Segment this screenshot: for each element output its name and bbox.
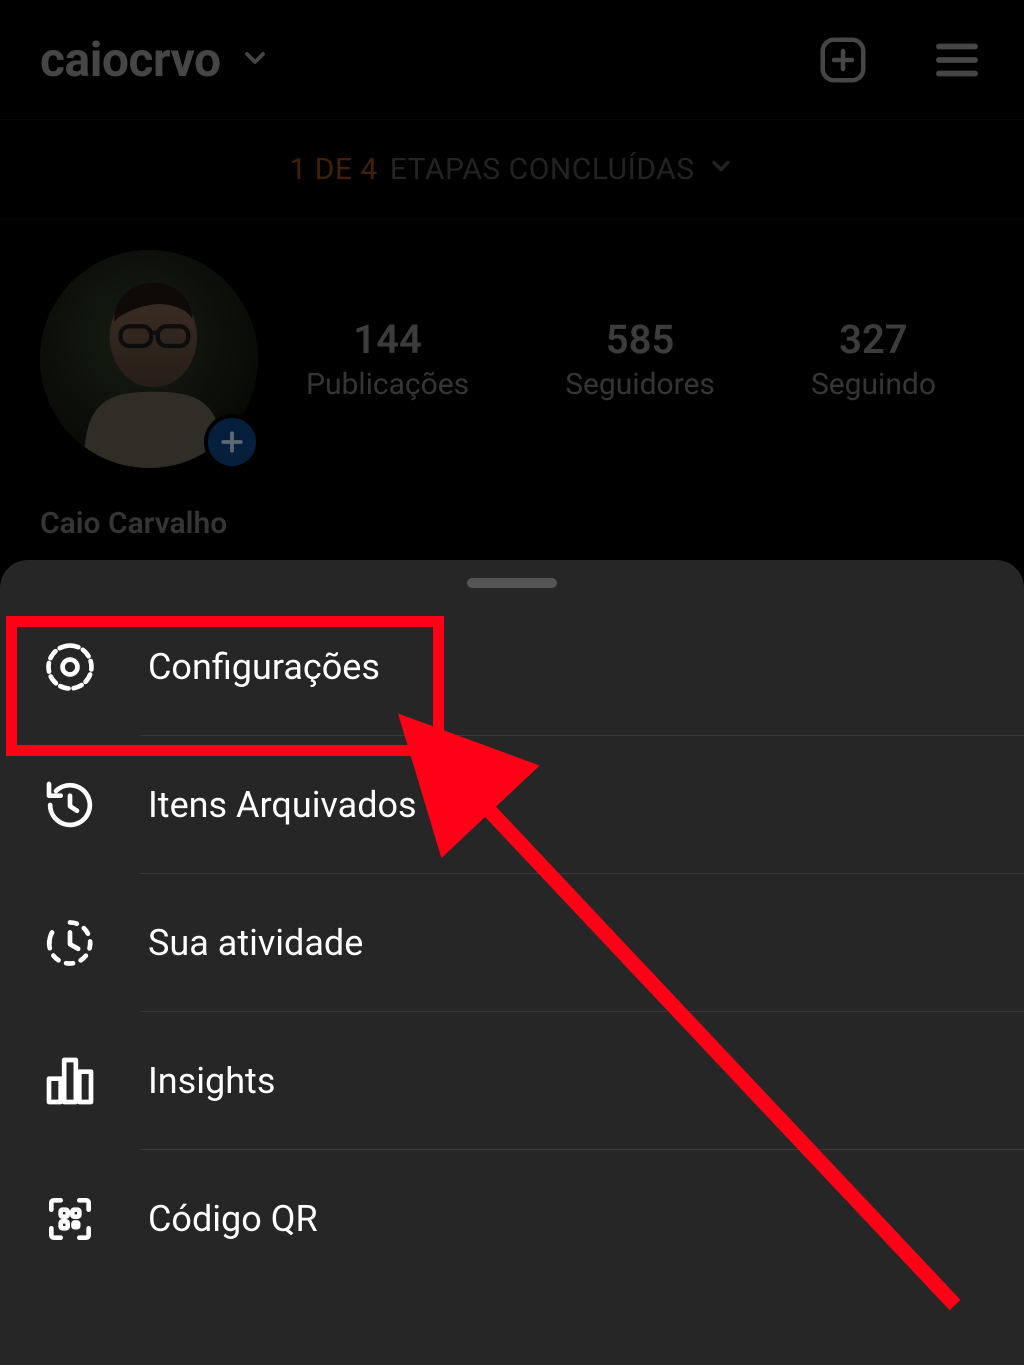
progress-status: ETAPAS CONCLUÍDAS: [390, 152, 695, 187]
stat-posts-count: 144: [306, 316, 469, 363]
menu-label: Itens Arquivados: [148, 784, 984, 826]
profile-display-name: Caio Carvalho: [40, 506, 984, 541]
menu-label: Insights: [148, 1060, 984, 1102]
archive-icon: [40, 775, 100, 835]
add-story-button[interactable]: [204, 414, 260, 470]
profile-avatar[interactable]: [40, 250, 258, 468]
sheet-drag-handle[interactable]: [467, 578, 557, 588]
menu-label: Sua atividade: [148, 922, 984, 964]
create-post-button[interactable]: [816, 33, 870, 87]
stat-followers[interactable]: 585 Seguidores: [565, 316, 715, 402]
options-menu: Configurações Itens Arquivados: [0, 598, 1024, 1287]
username-label: caiocrvo: [40, 31, 221, 88]
header-actions: [816, 33, 984, 87]
menu-item-insights[interactable]: Insights: [0, 1012, 1024, 1149]
chevron-down-icon: [707, 152, 735, 188]
menu-item-settings[interactable]: Configurações: [0, 598, 1024, 735]
onboarding-progress-banner[interactable]: 1 DE 4 ETAPAS CONCLUÍDAS: [0, 120, 1024, 220]
menu-item-archive[interactable]: Itens Arquivados: [0, 736, 1024, 873]
menu-label: Código QR: [148, 1198, 984, 1240]
stat-posts[interactable]: 144 Publicações: [306, 316, 469, 402]
stat-followers-count: 585: [565, 316, 715, 363]
profile-stats: 144 Publicações 585 Seguidores 327 Segui…: [258, 316, 984, 402]
menu-label: Configurações: [148, 646, 984, 688]
menu-item-activity[interactable]: Sua atividade: [0, 874, 1024, 1011]
progress-count: 1 DE 4: [289, 152, 377, 187]
gear-icon: [40, 637, 100, 697]
stat-posts-label: Publicações: [306, 367, 469, 402]
options-bottom-sheet: Configurações Itens Arquivados: [0, 560, 1024, 1365]
profile-header: caiocrvo: [0, 0, 1024, 120]
activity-icon: [40, 913, 100, 973]
stat-followers-label: Seguidores: [565, 367, 715, 402]
profile-section: 144 Publicações 585 Seguidores 327 Segui…: [0, 220, 1024, 561]
username-switcher[interactable]: caiocrvo: [40, 31, 271, 88]
insights-icon: [40, 1051, 100, 1111]
hamburger-menu-button[interactable]: [930, 33, 984, 87]
menu-item-qr[interactable]: Código QR: [0, 1150, 1024, 1287]
stat-following-count: 327: [811, 316, 936, 363]
chevron-down-icon: [239, 42, 271, 78]
stat-following-label: Seguindo: [811, 367, 936, 402]
qr-icon: [40, 1189, 100, 1249]
stat-following[interactable]: 327 Seguindo: [811, 316, 936, 402]
